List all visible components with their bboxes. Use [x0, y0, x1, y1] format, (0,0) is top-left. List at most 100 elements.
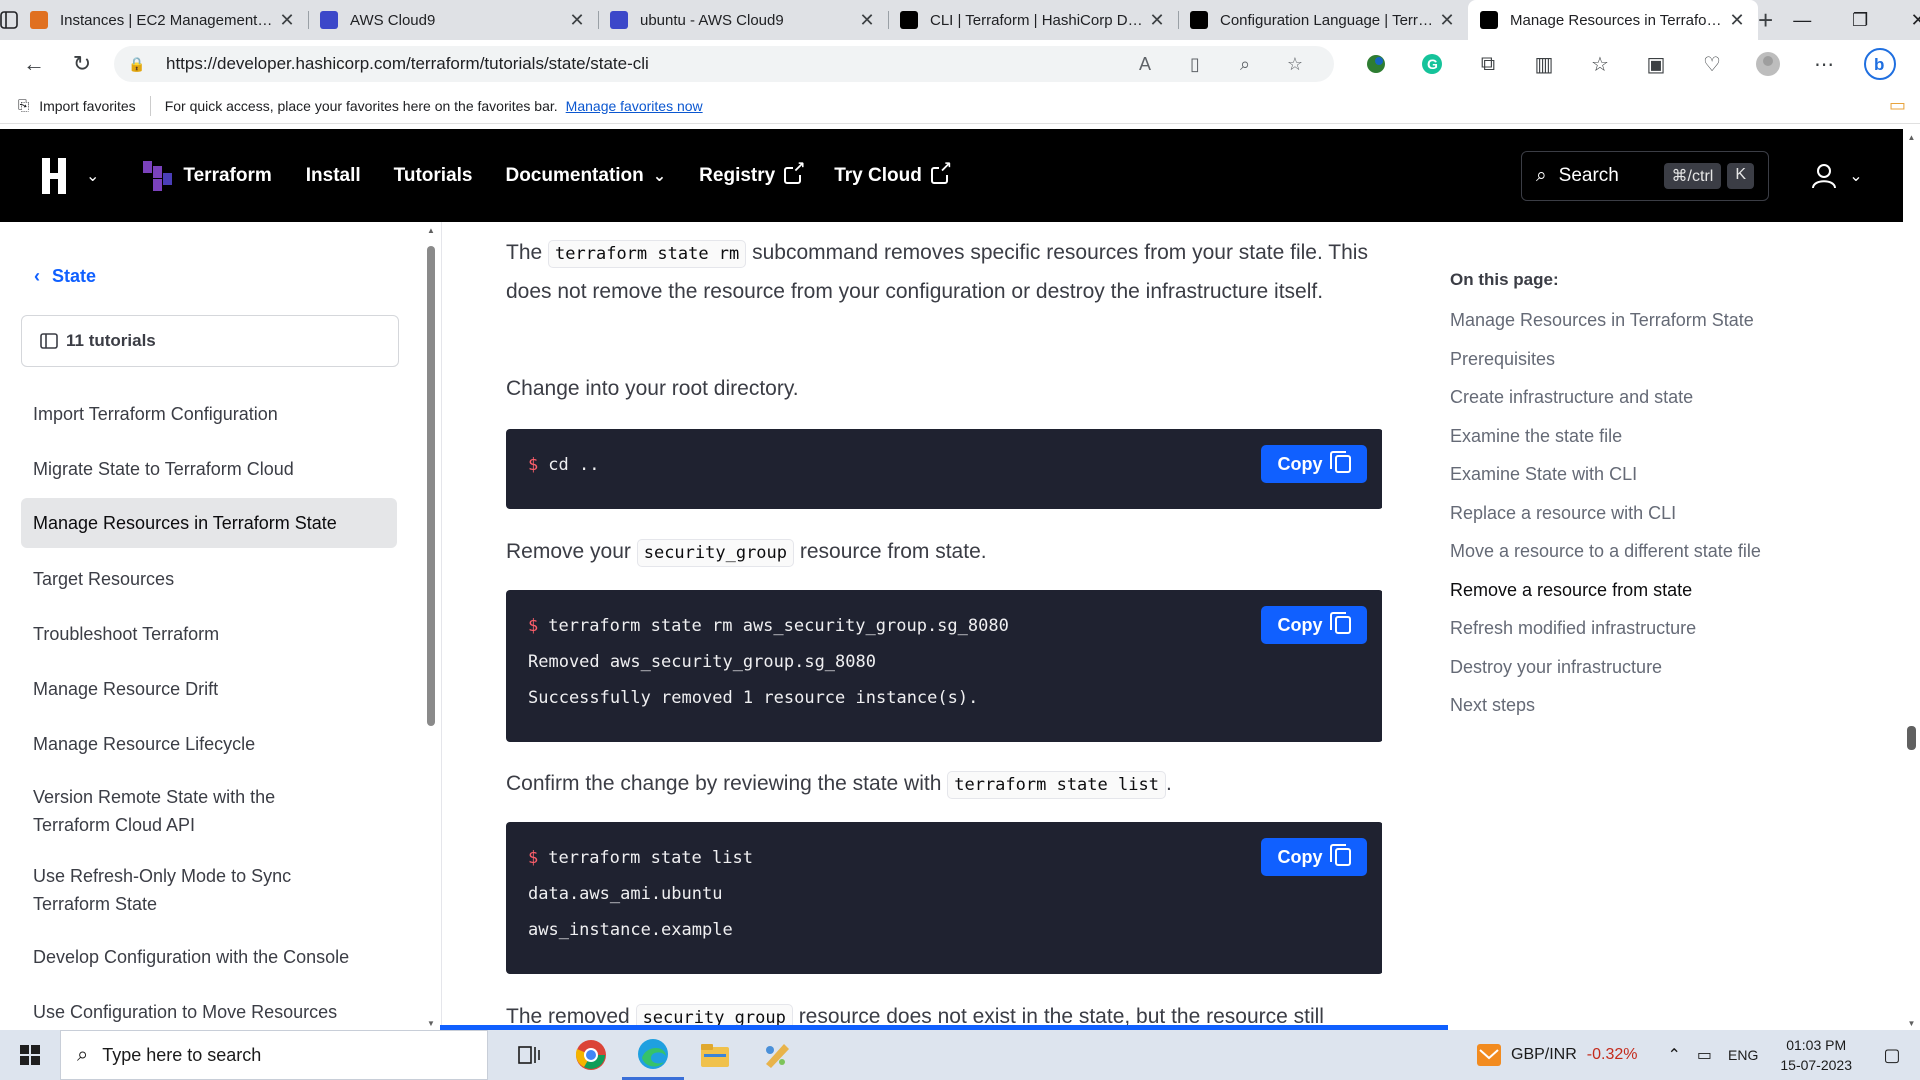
external-link-icon [930, 160, 952, 184]
toc-item-manage-resources-in-terraform-state[interactable]: Manage Resources in Terraform State [1450, 308, 1761, 347]
chevron-up-icon[interactable]: ⌃ [1668, 1045, 1681, 1065]
copy-button[interactable]: Copy [1261, 445, 1367, 483]
toc-item-examine-the-state-file[interactable]: Examine the state file [1450, 424, 1761, 463]
split-screen-icon[interactable]: ▥ [1516, 52, 1572, 77]
stock-widget[interactable]: GBP/INR -0.32% [1477, 1044, 1638, 1066]
hashicorp-logo-menu[interactable]: ⌄ [36, 156, 99, 196]
back-to-state-link[interactable]: ‹ State [34, 266, 96, 287]
profile-avatar[interactable] [1740, 51, 1796, 77]
sidebar-item-label: Manage Resource Lifecycle [33, 733, 256, 754]
collections-icon[interactable]: ▣ [1628, 52, 1684, 77]
tab-close-icon[interactable]: ✕ [1436, 10, 1458, 31]
taskbar-search-input[interactable]: ⌕ Type here to search [60, 1030, 488, 1080]
sidebar-item-import-terraform-configuration[interactable]: Import Terraform Configuration [21, 386, 397, 441]
nav-install[interactable]: Install [306, 165, 361, 187]
chrome-icon[interactable] [560, 1030, 622, 1080]
code-output-line: aws_instance.example [528, 920, 733, 940]
sidebar-item-use-refresh-only-mode-to-sync-terraform-state[interactable]: Use Refresh-Only Mode to Sync Terraform … [21, 850, 397, 929]
bing-copilot-icon[interactable]: b [1852, 48, 1908, 80]
sidebar-item-manage-resource-lifecycle[interactable]: Manage Resource Lifecycle [21, 716, 397, 771]
nav-tutorials[interactable]: Tutorials [394, 165, 473, 187]
task-view-icon[interactable] [498, 1030, 560, 1080]
refresh-button[interactable]: ↻ [58, 44, 106, 84]
manage-favorites-link[interactable]: Manage favorites now [566, 98, 703, 114]
user-menu-button[interactable]: ⌄ [1787, 163, 1887, 189]
notifications-icon[interactable]: ▢ [1872, 1045, 1912, 1066]
tab-actions-menu-button[interactable] [0, 0, 18, 40]
restore-button[interactable]: ❐ [1831, 0, 1889, 40]
copy-button[interactable]: Copy [1261, 838, 1367, 876]
tutorial-count-badge: 11 tutorials [21, 315, 399, 367]
file-explorer-icon[interactable] [684, 1030, 746, 1080]
nav-label: Tutorials [393, 164, 473, 186]
sidebar-item-manage-resource-drift[interactable]: Manage Resource Drift [21, 661, 397, 716]
sidebar-scrollbar[interactable]: ▲ ▼ [424, 222, 438, 1030]
code-line: cd .. [548, 455, 600, 475]
close-window-button[interactable]: ✕ [1889, 0, 1920, 40]
toc-item-next-steps[interactable]: Next steps [1450, 693, 1761, 732]
toc-item-destroy-your-infrastructure[interactable]: Destroy your infrastructure [1450, 655, 1761, 694]
start-button[interactable] [0, 1030, 60, 1080]
windows-logo-icon [20, 1045, 40, 1065]
read-aloud-icon[interactable]: A [1120, 54, 1170, 75]
sidebar-item-use-configuration-to-move-resources[interactable]: Use Configuration to Move Resources [21, 984, 397, 1030]
grammarly-icon[interactable]: G [1404, 53, 1460, 75]
stock-name: GBP/INR [1511, 1046, 1577, 1063]
toc-item-move-a-resource-to-a-different-state-file[interactable]: Move a resource to a different state fil… [1450, 539, 1761, 578]
favorite-star-icon[interactable]: ☆ [1270, 54, 1320, 75]
state-rm-description: The terraform state rm subcommand remove… [506, 240, 1368, 303]
page-scrollbar[interactable]: ▲ ▼ [1903, 129, 1920, 1030]
sidebar-item-version-remote-state-with-the-terraform-cloud-api[interactable]: Version Remote State with the Terraform … [21, 771, 397, 850]
browser-tab[interactable]: ubuntu - AWS Cloud9 ✕ [598, 0, 888, 40]
minimize-button[interactable]: — [1773, 0, 1831, 40]
toc-item-replace-a-resource-with-cli[interactable]: Replace a resource with CLI [1450, 501, 1761, 540]
toc-item-prerequisites[interactable]: Prerequisites [1450, 347, 1761, 386]
toc-item-refresh-modified-infrastructure[interactable]: Refresh modified infrastructure [1450, 616, 1761, 655]
tab-close-icon[interactable]: ✕ [276, 10, 298, 31]
extensions-icon[interactable]: ⧉ [1460, 53, 1516, 76]
sidebar-item-troubleshoot-terraform[interactable]: Troubleshoot Terraform [21, 606, 397, 661]
language-indicator[interactable]: ENG [1728, 1047, 1758, 1063]
toc-item-remove-a-resource-from-state[interactable]: Remove a resource from state [1450, 578, 1761, 617]
sidebar-item-develop-configuration-with-the-console[interactable]: Develop Configuration with the Console [21, 929, 397, 984]
favorites-icon[interactable]: ☆ [1572, 52, 1628, 77]
tutorial-count-label: 11 tutorials [66, 331, 156, 350]
browser-essentials-icon[interactable]: ♡ [1684, 52, 1740, 77]
browser-tab[interactable]: CLI | Terraform | HashiCorp Developer✕ [888, 0, 1178, 40]
sidebar-item-manage-resources-in-terraform-state[interactable]: Manage Resources in Terraform State [21, 498, 397, 548]
browser-tab[interactable]: AWS Cloud9 ✕ [308, 0, 598, 40]
tab-close-icon[interactable]: ✕ [856, 10, 878, 31]
zoom-icon[interactable]: ⌕ [1220, 54, 1270, 75]
user-icon [1812, 163, 1837, 188]
nav-try-cloud[interactable]: Try Cloud [834, 160, 952, 187]
tab-close-icon[interactable]: ✕ [1146, 10, 1168, 31]
sidebar-item-label: Migrate State to Terraform Cloud [33, 458, 294, 479]
sidebar-item-target-resources[interactable]: Target Resources [21, 551, 397, 606]
sidebar-item-migrate-state-to-terraform-cloud[interactable]: Migrate State to Terraform Cloud [21, 441, 397, 496]
clock[interactable]: 01:03 PM 15-07-2023 [1780, 1035, 1852, 1075]
immersive-reader-icon[interactable]: ▯ [1170, 54, 1220, 75]
tab-close-icon[interactable]: ✕ [566, 10, 588, 31]
browser-tab[interactable]: Configuration Language | Terraform ✕ [1178, 0, 1468, 40]
browser-tab[interactable]: Manage Resources in Terraform State✕ [1468, 0, 1758, 40]
back-button[interactable]: ← [10, 44, 58, 84]
copy-button[interactable]: Copy [1261, 606, 1367, 644]
more-menu-icon[interactable]: ⋯ [1796, 52, 1852, 77]
import-favorites-button[interactable]: ⎘ Import favorites [18, 97, 136, 114]
terraform-home-link[interactable]: Terraform [143, 160, 272, 191]
new-tab-button[interactable]: + [1758, 0, 1773, 40]
edge-icon[interactable] [622, 1030, 684, 1080]
toc-item-examine-state-with-cli[interactable]: Examine State with CLI [1450, 462, 1761, 501]
other-favorites-folder-icon[interactable]: ▭ [1889, 95, 1906, 116]
paint-app-icon[interactable] [746, 1030, 808, 1080]
browser-tab[interactable]: Instances | EC2 Management Console✕ [18, 0, 308, 40]
nav-registry[interactable]: Registry [699, 160, 806, 187]
nav-documentation[interactable]: Documentation ⌄ [505, 165, 666, 187]
tab-close-icon[interactable]: ✕ [1726, 10, 1748, 31]
extension-earth-icon[interactable] [1348, 53, 1404, 75]
sidebar-nav: ‹ State 11 tutorials Import Terraform Co… [0, 222, 442, 1030]
toc-item-create-infrastructure-and-state[interactable]: Create infrastructure and state [1450, 385, 1761, 424]
search-button[interactable]: ⌕ Search ⌘/ctrl K [1521, 150, 1769, 201]
network-icon[interactable]: ▭ [1697, 1045, 1712, 1065]
url-field[interactable]: 🔒 https://developer.hashicorp.com/terraf… [114, 46, 1334, 82]
